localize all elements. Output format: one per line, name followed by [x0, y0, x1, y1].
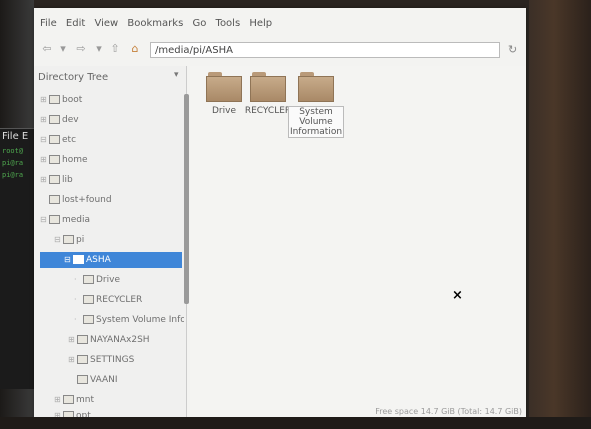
expand-icon[interactable]: ⊞	[40, 92, 49, 108]
tree-item-label: SETTINGS	[90, 355, 135, 365]
tree-item-nayanax2sh[interactable]: ⊞ NAYANAx2SH	[68, 332, 184, 348]
tree-item-lib[interactable]: ⊞ lib	[40, 172, 180, 188]
file-view[interactable]: Drive RECYCLER System Volume Information…	[190, 66, 526, 418]
tree-item-vaani[interactable]: VAANI	[68, 372, 184, 388]
tree-item-home[interactable]: ⊞ home	[40, 152, 180, 168]
forward-dropdown-icon[interactable]: ▾	[92, 42, 106, 56]
folder-icon	[83, 295, 94, 304]
tree-item-lost-found[interactable]: lost+found	[40, 192, 180, 208]
expand-icon[interactable]: ⊟	[40, 132, 49, 148]
directory-tree-panel: Directory Tree ▾ ⊞ boot ⊞ dev ⊟ etc ⊞ home ⊞…	[34, 66, 189, 418]
up-icon[interactable]: ⇧	[108, 42, 122, 56]
mouse-cursor: ×	[452, 288, 463, 303]
folder-icon	[206, 72, 242, 102]
expand-icon[interactable]: ⊞	[40, 112, 49, 128]
file-item-system-volume-information[interactable]: System Volume Information	[288, 72, 344, 138]
folder-icon	[49, 215, 60, 224]
reload-icon[interactable]: ↻	[508, 43, 517, 56]
tree-item-pi[interactable]: ⊟ pi	[54, 232, 180, 248]
folder-icon	[63, 395, 74, 404]
expand-icon[interactable]: ⊞	[54, 392, 63, 408]
tree-item-label: RECYCLER	[96, 295, 143, 305]
expand-icon[interactable]: ·	[74, 292, 83, 308]
menu-help[interactable]: Help	[249, 18, 272, 29]
tree-item-label: home	[62, 155, 88, 165]
back-icon[interactable]: ⇦	[40, 42, 54, 56]
tree-item-settings[interactable]: ⊞ SETTINGS	[68, 352, 184, 368]
folder-icon	[49, 155, 60, 164]
sidebar-mode-label[interactable]: Directory Tree	[38, 72, 108, 83]
terminal-menu-fragment: File E	[2, 131, 29, 142]
expand-icon[interactable]: ·	[74, 272, 83, 288]
tree-item-label: mnt	[76, 395, 94, 405]
path-input[interactable]: /media/pi/ASHA	[150, 42, 500, 58]
folder-icon	[49, 195, 60, 204]
file-item-label: System Volume Information	[288, 106, 344, 138]
tree-item-label: System Volume Informat	[96, 315, 184, 325]
menu-view[interactable]: View	[94, 18, 118, 29]
terminal-line: root@	[2, 147, 24, 155]
drive-icon	[73, 255, 84, 264]
tree-item-boot[interactable]: ⊞ boot	[40, 92, 180, 108]
folder-icon	[77, 355, 88, 364]
folder-icon	[77, 335, 88, 344]
menu-tools[interactable]: Tools	[216, 18, 241, 29]
menu-bookmarks[interactable]: Bookmarks	[127, 18, 183, 29]
menu-bar: File Edit View Bookmarks Go Tools Help	[34, 18, 526, 36]
screen-bezel-right	[529, 0, 591, 429]
expand-icon[interactable]: ⊟	[40, 212, 49, 228]
tree-item-dev[interactable]: ⊞ dev	[40, 112, 180, 128]
folder-icon	[49, 115, 60, 124]
menu-go[interactable]: Go	[192, 18, 206, 29]
chevron-down-icon[interactable]: ▾	[174, 70, 179, 80]
sidebar-scrollbar[interactable]	[184, 94, 189, 304]
screen-bezel-bottom	[0, 417, 591, 429]
tree-item-label: Drive	[96, 275, 120, 285]
expand-icon[interactable]: ·	[74, 312, 83, 328]
expand-icon[interactable]: ⊟	[64, 252, 73, 268]
tree-item-label: dev	[62, 115, 79, 125]
tree-item-asha[interactable]: ⊟ ASHA	[40, 252, 182, 268]
tree-item-label: media	[62, 215, 91, 225]
tree-item-mnt[interactable]: ⊞ mnt	[54, 392, 180, 408]
tree-item-label: ASHA	[86, 255, 111, 265]
status-bar: Free space 14.7 GiB (Total: 14.7 GiB)	[375, 407, 522, 416]
back-dropdown-icon[interactable]: ▾	[56, 42, 70, 56]
folder-icon	[77, 375, 88, 384]
folder-icon	[49, 135, 60, 144]
tree-item-etc[interactable]: ⊟ etc	[40, 132, 180, 148]
terminal-line: pi@ra	[2, 159, 24, 167]
expand-icon[interactable]: ⊞	[68, 352, 77, 368]
tree-item-drive[interactable]: · Drive	[74, 272, 184, 288]
folder-icon	[250, 72, 286, 102]
folder-icon	[83, 315, 94, 324]
forward-icon[interactable]: ⇨	[74, 42, 88, 56]
expand-icon[interactable]: ⊟	[54, 232, 63, 248]
tree-item-label: pi	[76, 235, 85, 245]
tree-item-media[interactable]: ⊟ media	[40, 212, 180, 228]
tree-item-system-volume-information[interactable]: · System Volume Informat	[74, 312, 184, 328]
tree-item-label: etc	[62, 135, 77, 145]
folder-icon	[49, 95, 60, 104]
tree-item-recycler[interactable]: · RECYCLER	[74, 292, 184, 308]
screen-bezel-top	[0, 0, 591, 8]
folder-icon	[298, 72, 334, 102]
folder-icon	[49, 175, 60, 184]
folder-icon	[83, 275, 94, 284]
menu-file[interactable]: File	[40, 18, 57, 29]
expand-icon[interactable]: ⊞	[40, 172, 49, 188]
expand-icon[interactable]: ⊞	[40, 152, 49, 168]
tree-item-label: lost+found	[62, 195, 112, 205]
folder-icon	[63, 235, 74, 244]
tree-item-label: NAYANAx2SH	[90, 335, 150, 345]
menu-edit[interactable]: Edit	[66, 18, 85, 29]
file-manager-window: File Edit View Bookmarks Go Tools Help ⇦…	[34, 8, 526, 420]
tree-item-label: lib	[62, 175, 73, 185]
terminal-line: pi@ra	[2, 171, 24, 179]
home-icon[interactable]: ⌂	[128, 42, 142, 56]
tree-item-label: boot	[62, 95, 83, 105]
tree-item-label: VAANI	[90, 375, 118, 385]
expand-icon[interactable]: ⊞	[68, 332, 77, 348]
